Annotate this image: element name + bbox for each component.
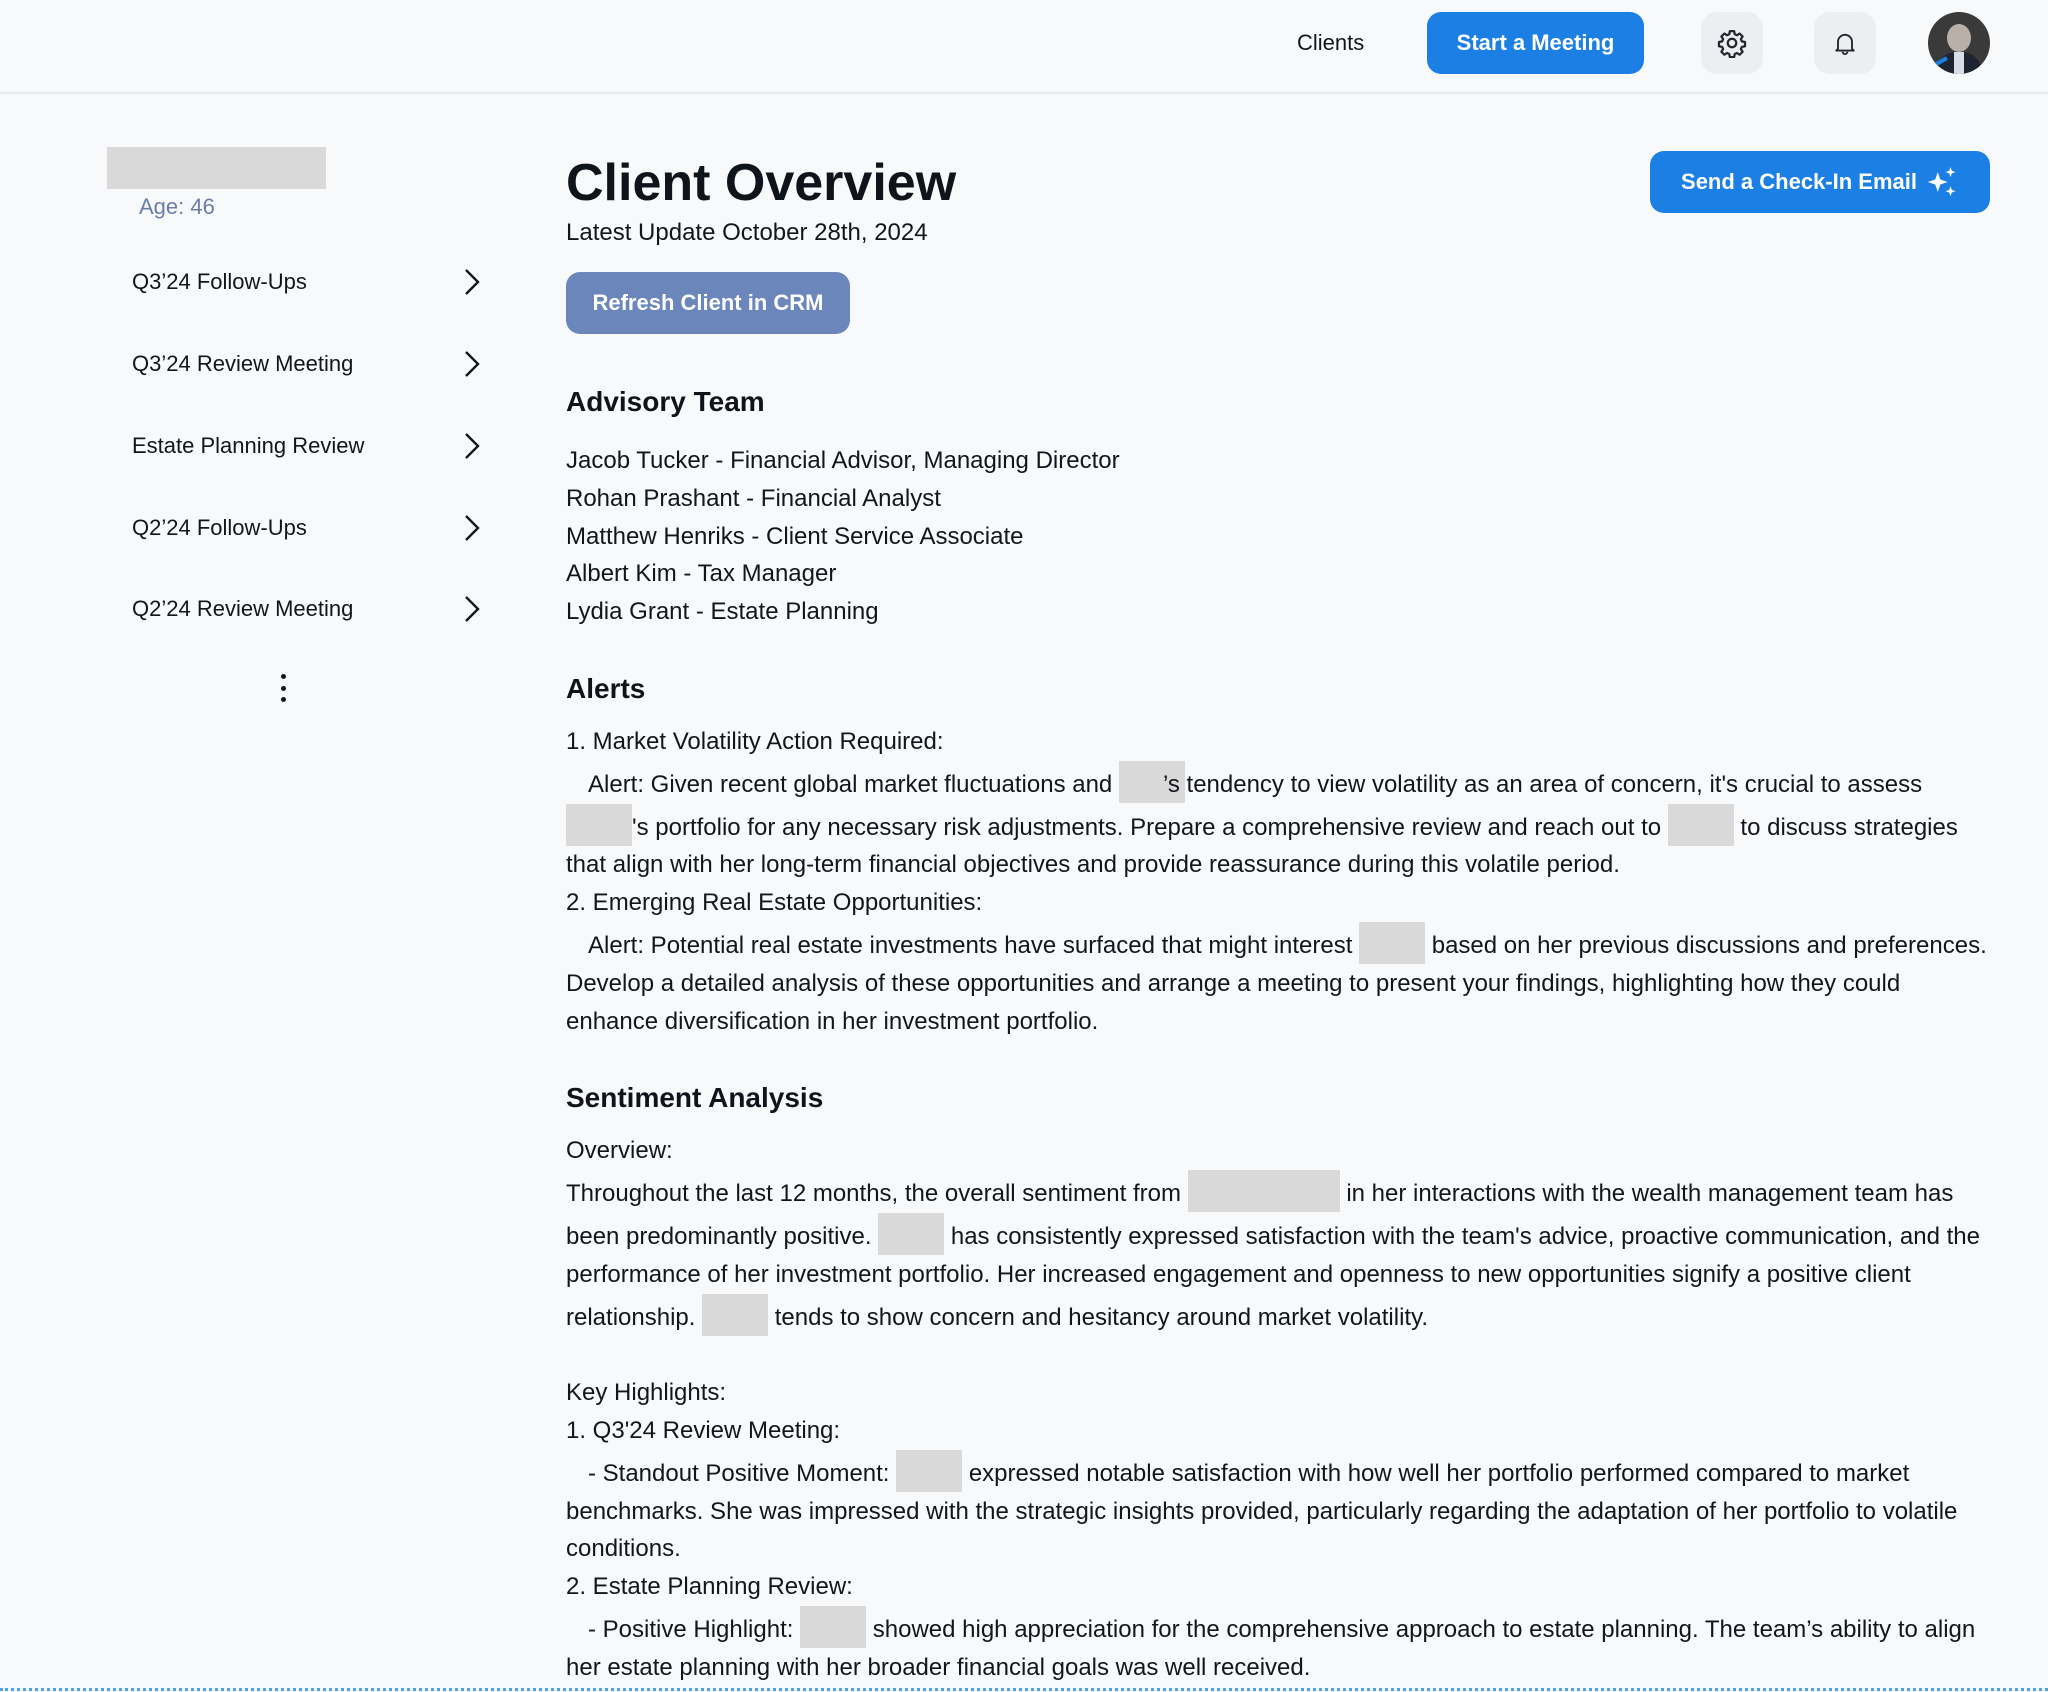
avatar-face: [1947, 24, 1971, 52]
alerts-heading: Alerts: [566, 672, 646, 704]
sidebar-item-label: Estate Planning Review: [132, 433, 365, 458]
kebab-dot: [280, 674, 286, 679]
highlight-text: - Positive Highlight:: [588, 1615, 801, 1643]
alerts-section: Alerts 1. Market Volatility Action Requi…: [566, 669, 1990, 1040]
main-content: Client Overview Latest Update October 28…: [566, 150, 1990, 1687]
highlight-text: - Standout Positive Moment:: [588, 1459, 897, 1487]
key-highlights-label: Key Highlights:: [566, 1379, 727, 1407]
alert-title: 1. Market Volatility Action Required:: [566, 727, 944, 755]
sentiment-body: Overview: Throughout the last 12 months,…: [566, 1132, 1990, 1686]
team-member: Matthew Henriks - Client Service Associa…: [566, 522, 1024, 550]
redacted-name: [1359, 921, 1426, 964]
redacted-name: [702, 1293, 769, 1336]
kebab-dot: [280, 697, 286, 702]
team-member: Jacob Tucker - Financial Advisor, Managi…: [566, 447, 1120, 474]
kebab-dot: [280, 685, 286, 691]
chevron-right-icon: [465, 515, 480, 541]
sidebar-item-q2-follow-ups[interactable]: Q2’24 Follow-Ups: [132, 503, 482, 553]
overview-label: Overview:: [566, 1137, 673, 1165]
sidebar-item-label: Q2’24 Review Meeting: [132, 596, 354, 621]
advisory-team-list: Jacob Tucker - Financial Advisor, Managi…: [566, 442, 1990, 631]
highlight-body: - Positive Highlight: showed high apprec…: [566, 1605, 1990, 1687]
advisory-team-heading: Advisory Team: [566, 386, 765, 417]
redacted-name: [878, 1212, 945, 1255]
settings-button[interactable]: [1701, 12, 1763, 74]
top-navigation-bar: Clients Start a Meeting: [0, 0, 2048, 94]
overview-paragraph: Throughout the last 12 months, the overa…: [566, 1170, 1990, 1336]
start-meeting-button[interactable]: Start a Meeting: [1427, 12, 1644, 74]
page-title: Client Overview: [566, 154, 957, 212]
notifications-button[interactable]: [1814, 12, 1876, 74]
highlight-body: - Standout Positive Moment: expressed no…: [566, 1449, 1990, 1568]
sidebar-item-label: Q3’24 Review Meeting: [132, 351, 354, 376]
highlight-title: 2. Estate Planning Review:: [566, 1573, 853, 1601]
highlight-title: 1. Q3'24 Review Meeting:: [566, 1416, 841, 1444]
redacted-name: [800, 1605, 867, 1648]
team-member: Lydia Grant - Estate Planning: [566, 598, 879, 626]
alert-body: Alert: Potential real estate investments…: [566, 921, 1990, 1040]
redacted-name: [1667, 803, 1734, 846]
alert-text: Alert: Given recent global market fluctu…: [588, 770, 1119, 798]
chevron-right-icon: [465, 269, 480, 295]
sidebar-item-q3-follow-ups[interactable]: Q3’24 Follow-Ups: [132, 257, 482, 307]
sidebar-item-label: Q2’24 Follow-Ups: [132, 515, 307, 540]
redacted-name: [896, 1449, 963, 1492]
sentiment-heading: Sentiment Analysis: [566, 1082, 824, 1114]
alert-text: Alert: Potential real estate investments…: [588, 931, 1360, 959]
latest-update-text: Latest Update October 28th, 2024: [566, 219, 928, 246]
client-age: Age: 46: [139, 194, 215, 219]
refresh-client-crm-button[interactable]: Refresh Client in CRM: [566, 272, 850, 334]
sidebar-item-q2-review-meeting[interactable]: Q2’24 Review Meeting: [132, 584, 482, 634]
gear-icon: [1717, 30, 1747, 58]
redacted-name: [1187, 1170, 1340, 1213]
alerts-list: 1. Market Volatility Action Required: Al…: [566, 723, 1990, 1040]
advisory-team-section: Advisory Team Jacob Tucker - Financial A…: [566, 382, 1990, 631]
user-avatar[interactable]: [1928, 12, 1990, 74]
chevron-right-icon: [465, 596, 480, 622]
sentiment-analysis-section: Sentiment Analysis Overview: Throughout …: [566, 1078, 1990, 1686]
kebab-menu-icon[interactable]: [272, 670, 294, 706]
bell-icon: [1835, 33, 1855, 55]
avatar-shirt: [1954, 52, 1964, 74]
sidebar-item-label: Q3’24 Follow-Ups: [132, 269, 307, 294]
chevron-right-icon: [465, 351, 480, 377]
sidebar-item-estate-planning-review[interactable]: Estate Planning Review: [132, 421, 482, 471]
team-member: Albert Kim - Tax Manager: [566, 560, 837, 588]
overview-text: tends to show concern and hesitancy arou…: [768, 1303, 1428, 1331]
scroll-edge-divider: [0, 1688, 2048, 1691]
alert-body: Alert: Given recent global market fluctu…: [566, 760, 1990, 884]
alert-title: 2. Emerging Real Estate Opportunities:: [566, 889, 983, 917]
client-name-redacted: [107, 147, 326, 189]
team-member: Rohan Prashant - Financial Analyst: [566, 484, 941, 512]
sidebar-item-q3-review-meeting[interactable]: Q3’24 Review Meeting: [132, 339, 482, 389]
overview-text: Throughout the last 12 months, the overa…: [566, 1180, 1188, 1208]
nav-link-clients[interactable]: Clients: [1297, 30, 1364, 56]
redacted-name: [566, 803, 632, 846]
chevron-right-icon: [465, 433, 480, 459]
alert-text: ’s tendency to view volatility as an are…: [1162, 770, 1923, 798]
alert-text: 's portfolio for any necessary risk adju…: [632, 813, 1668, 841]
